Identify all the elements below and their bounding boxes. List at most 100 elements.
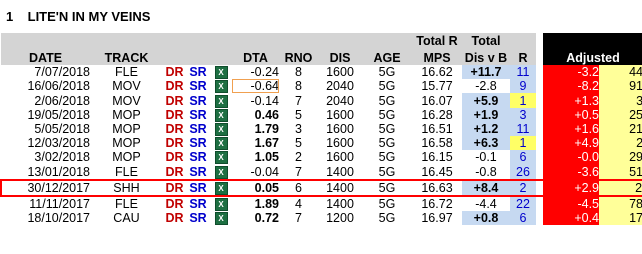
race-dis-v-b: +8.4 [462,178,510,197]
race-rno: 8 [279,65,318,80]
race-dis: 1600 [318,150,362,165]
horse-name: LITE'N IN MY VEINS [27,9,151,24]
sr-link[interactable]: SR [186,79,210,94]
sr-link[interactable]: SR [186,93,210,108]
race-dis-v-b: +0.8 [462,211,510,226]
sr-link[interactable]: SR [186,65,210,80]
excel-icon[interactable]: X [214,94,228,108]
excel-icon[interactable]: X [214,165,228,179]
race-dis-v-b: -0.8 [462,164,510,180]
excel-icon[interactable]: X [214,212,228,226]
table-row: 30/12/2017 SHH DR SR X 0.05 6 1400 5G 16… [0,178,642,197]
race-mps: 16.62 [412,65,462,80]
adjusted-rank: 91 [599,79,642,94]
excel-icon[interactable]: X [214,80,228,94]
dr-link[interactable]: DR [163,195,186,212]
race-age: 5G [362,195,412,212]
sr-link[interactable]: SR [186,136,210,151]
dr-link[interactable]: DR [163,150,186,165]
table-row: 3/02/2018 MOP DR SR X 1.05 2 1600 5G 16.… [1,150,642,165]
adjusted-value: -4.5 [543,195,599,212]
race-rank: 2 [510,178,536,197]
race-date: 5/05/2018 [1,121,90,137]
race-dta: 1.05 [232,150,279,165]
sr-link[interactable]: SR [186,211,210,226]
race-age: 5G [362,93,412,108]
dr-link[interactable]: DR [163,136,186,151]
excel-icon[interactable]: X [214,198,228,212]
excel-icon[interactable]: X [214,181,228,194]
header-date: DATE [1,48,90,65]
dr-link[interactable]: DR [163,65,186,80]
table-row: 7/07/2018 FLE DR SR X -0.24 8 1600 5G 16… [1,65,642,80]
race-age: 5G [362,164,412,180]
adjusted-rank: 29 [599,150,642,165]
dr-link[interactable]: DR [163,164,186,180]
sr-link[interactable]: SR [186,178,210,197]
dr-link[interactable]: DR [163,211,186,226]
race-dis: 1400 [318,195,362,212]
dr-link[interactable]: DR [163,93,186,108]
dr-link[interactable]: DR [163,178,186,197]
header-total-dis-bottom: Dis v B [462,48,510,65]
dr-link[interactable]: DR [163,107,186,122]
table-row: 19/05/2018 MOP DR SR X 0.46 5 1600 5G 16… [1,107,642,122]
race-age: 5G [362,178,412,197]
race-track: MOP [90,121,163,137]
dr-link[interactable]: DR [163,79,186,94]
excel-icon[interactable]: X [214,66,228,80]
header-dta: DTA [232,48,279,65]
table-row: 13/01/2018 FLE DR SR X -0.04 7 1400 5G 1… [1,164,642,180]
race-dis: 1600 [318,65,362,80]
dr-link[interactable]: DR [163,121,186,137]
adjusted-value: +1.3 [543,93,599,108]
race-mps: 15.77 [412,79,462,94]
race-mps: 16.28 [412,107,462,122]
race-mps: 16.72 [412,195,462,212]
race-dis: 1200 [318,211,362,226]
excel-icon[interactable]: X [214,137,228,151]
race-date: 11/11/2017 [1,195,90,212]
race-rno: 5 [279,136,318,151]
adjusted-value: -3.6 [543,164,599,180]
sr-link[interactable]: SR [186,195,210,212]
race-rank: 9 [510,79,536,94]
adjusted-rank: 17 [599,211,642,226]
race-mps: 16.07 [412,93,462,108]
adjusted-value: +4.9 [543,136,599,151]
header-total-r-top: Total R [412,33,462,48]
race-rank: 3 [510,107,536,122]
sr-link[interactable]: SR [186,121,210,137]
table-row: 5/05/2018 MOP DR SR X 1.79 3 1600 5G 16.… [1,121,642,137]
race-dis-v-b: -0.1 [462,150,510,165]
race-track: SHH [90,178,163,197]
race-date: 18/10/2017 [1,211,90,226]
race-dis: 2040 [318,79,362,94]
header-track: TRACK [90,48,163,65]
adjusted-value: +0.4 [543,211,599,226]
race-dis-v-b: -4.4 [462,195,510,212]
excel-icon[interactable]: X [214,108,228,122]
sr-link[interactable]: SR [186,164,210,180]
race-rank: 11 [510,65,536,80]
form-table: Total R Total Adjusted DATE TRACK DTA RN… [0,33,642,226]
adjusted-rank: 25 [599,107,642,122]
sr-link[interactable]: SR [186,107,210,122]
excel-icon[interactable]: X [214,151,228,165]
horse-title: 1 LITE'N IN MY VEINS [6,9,150,24]
race-rank: 6 [510,211,536,226]
excel-icon[interactable]: X [214,123,228,137]
race-rno: 2 [279,150,318,165]
race-date: 30/12/2017 [0,178,90,197]
header-adjusted: Adjusted [543,33,642,65]
adjusted-value: +1.6 [543,121,599,137]
sr-link[interactable]: SR [186,150,210,165]
race-rno: 8 [279,79,318,94]
race-mps: 16.15 [412,150,462,165]
adjusted-rank: 2 [599,178,642,197]
adjusted-value: +2.9 [543,178,599,197]
race-rank: 1 [510,136,536,151]
adjusted-value: +0.5 [543,107,599,122]
race-rno: 4 [279,195,318,212]
race-track: MOV [90,93,163,108]
